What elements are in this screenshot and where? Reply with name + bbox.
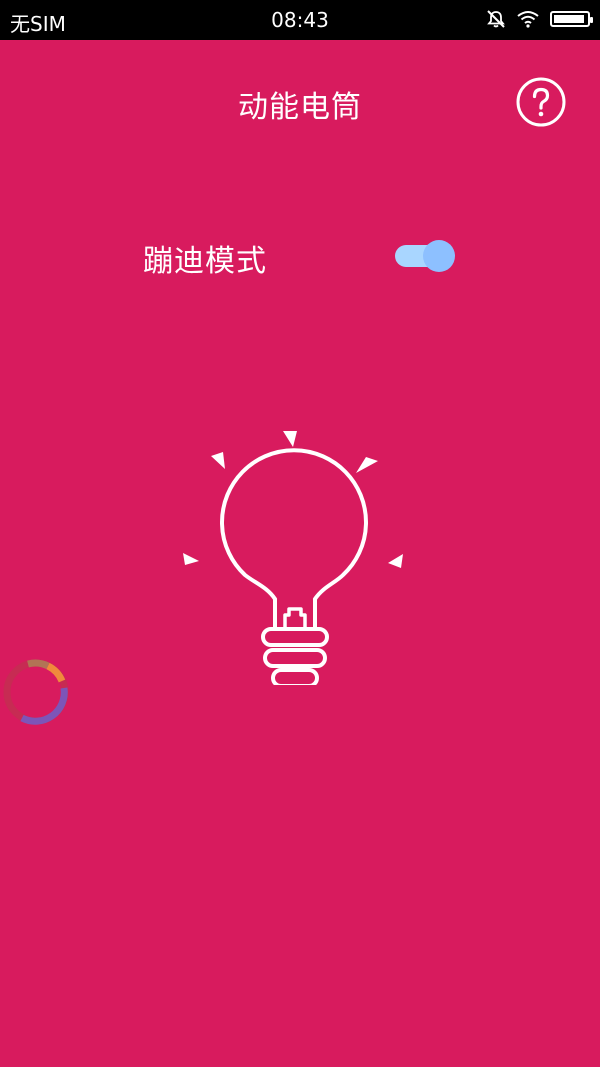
status-icons: [486, 9, 593, 29]
ray-upper-left: [211, 452, 225, 469]
flashlight-bulb-button[interactable]: [175, 425, 415, 688]
question-circle-icon: [516, 77, 566, 127]
ray-upper-right: [356, 457, 378, 473]
ray-left: [183, 553, 199, 565]
ring-progress-icon: [3, 659, 69, 725]
toggle-thumb: [423, 240, 455, 272]
disco-mode-toggle[interactable]: [393, 240, 457, 272]
ray-right: [388, 554, 403, 568]
mute-icon: [487, 10, 505, 28]
app-screen: 动能电筒 蹦迪模式: [0, 40, 600, 1067]
disco-mode-label: 蹦迪模式: [143, 244, 267, 279]
battery-level-fill: [554, 15, 585, 23]
battery-icon: [550, 11, 593, 27]
status-bar: 无SIM 08:43: [0, 0, 600, 40]
light-bulb-icon: [183, 431, 403, 688]
help-button[interactable]: [516, 77, 566, 127]
page-title: 动能电筒: [238, 90, 362, 125]
floating-assistant-widget[interactable]: [0, 654, 74, 734]
wifi-icon: [517, 11, 539, 28]
ray-top: [283, 431, 297, 447]
